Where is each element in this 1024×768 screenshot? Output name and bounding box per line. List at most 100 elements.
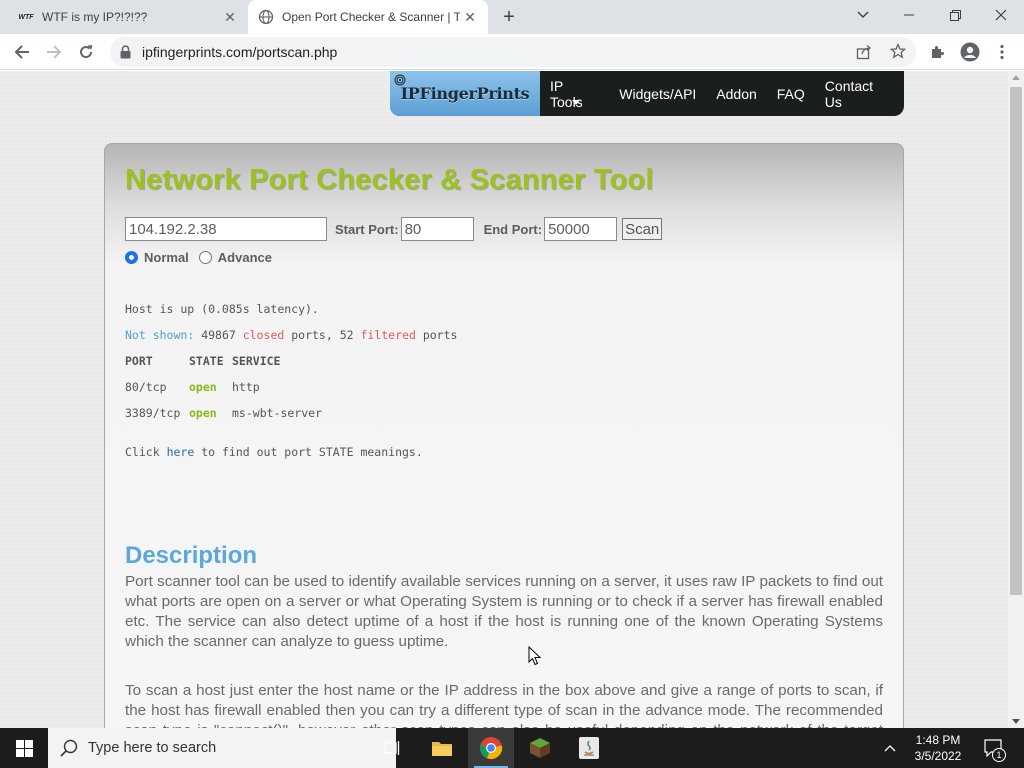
port-column-header: PORT (125, 354, 153, 368)
port-cell: 80/tcp (125, 380, 167, 394)
results-header: PORT STATE SERVICE (125, 354, 280, 368)
task-view-icon[interactable] (369, 728, 415, 768)
forward-arrow-icon[interactable] (40, 38, 68, 66)
description-paragraph-2: To scan a host just enter the host name … (125, 682, 883, 728)
browser-toolbar: ipfingerprints.com/portscan.php (0, 34, 1024, 70)
tab-port-checker[interactable]: Open Port Checker & Scanner | T ✕ (248, 0, 488, 34)
description-heading: Description (125, 542, 258, 569)
result-row: 3389/tcp open ms-wbt-server (125, 406, 322, 420)
start-port-input[interactable] (400, 217, 474, 241)
close-window-icon[interactable] (978, 0, 1024, 30)
state-cell: open (189, 406, 217, 420)
globe-favicon-icon (258, 9, 274, 25)
minecraft-icon[interactable] (517, 728, 563, 768)
service-cell: http (232, 380, 260, 394)
host-input[interactable] (125, 217, 327, 241)
ports-mid: ports, 52 (291, 328, 354, 342)
nav-contact-us[interactable]: Contact Us (815, 78, 904, 110)
end-port-input[interactable] (544, 217, 618, 241)
close-tab-icon[interactable]: ✕ (220, 7, 240, 27)
page-scrollbar[interactable] (1008, 71, 1024, 728)
favicon-text: WTF (18, 13, 34, 21)
scroll-up-arrow-icon[interactable] (1012, 75, 1020, 80)
url-text: ipfingerprints.com/portscan.php (142, 44, 338, 60)
nav-addon[interactable]: Addon (706, 86, 766, 102)
tab-title: WTF is my IP?!?!?? (42, 10, 148, 24)
site-logo[interactable]: IPFingerPrints (390, 71, 540, 116)
state-help-line: Click here to find out port STATE meanin… (125, 445, 423, 459)
normal-mode-label[interactable]: Normal (144, 250, 189, 265)
tab-wtf-is-my-ip[interactable]: WTF WTF is my IP?!?!?? ✕ (8, 0, 248, 34)
site-navigation: IPFingerPrints IP Tools Widgets/API Addo… (390, 71, 904, 116)
description-paragraph-1: Port scanner tool can be used to identif… (125, 573, 883, 650)
new-tab-plus-icon[interactable]: + (498, 6, 520, 28)
clock-date: 3/5/2022 (914, 749, 962, 763)
host-status-line: Host is up (0.085s latency). (125, 302, 319, 316)
not-shown-label: Not shown: (125, 328, 195, 342)
state-cell: open (189, 380, 217, 394)
advance-mode-radio[interactable] (198, 251, 212, 264)
dropdown-caret-icon (571, 99, 580, 105)
taskbar-search-box[interactable]: Type here to search (48, 728, 396, 768)
show-hidden-icons-chevron-icon[interactable] (884, 728, 896, 768)
search-placeholder: Type here to search (88, 740, 217, 756)
extensions-puzzle-icon[interactable] (924, 38, 952, 66)
notification-count-badge: 1 (992, 748, 1006, 762)
search-icon (60, 739, 78, 762)
service-column-header: SERVICE (232, 354, 281, 368)
back-arrow-icon[interactable] (8, 38, 36, 66)
lock-icon[interactable] (120, 45, 131, 64)
tab-search-chevron-icon[interactable] (840, 0, 886, 30)
service-cell: ms-wbt-server (232, 406, 323, 420)
filtered-word: filtered (360, 328, 416, 342)
profile-avatar-icon[interactable] (956, 38, 984, 66)
advance-mode-label[interactable]: Advance (218, 250, 272, 265)
nav-faq[interactable]: FAQ (767, 86, 815, 102)
end-port-label: End Port: (483, 221, 543, 237)
click-suffix: to find out port STATE meanings. (201, 445, 423, 459)
clock-time: 1:48 PM (915, 733, 961, 747)
share-icon[interactable] (856, 44, 872, 65)
java-icon[interactable] (566, 728, 612, 768)
taskbar-clock[interactable]: 1:48 PM 3/5/2022 (900, 732, 976, 764)
menu-kebab-icon[interactable] (988, 38, 1016, 66)
restore-icon[interactable] (932, 0, 978, 30)
result-row: 80/tcp open http (125, 380, 260, 394)
wtf-favicon-icon: WTF (18, 9, 34, 25)
nav-links: IP Tools Widgets/API Addon FAQ Contact U… (540, 71, 904, 116)
fingerprint-icon (394, 73, 406, 91)
closed-count: 49867 (201, 328, 236, 342)
nav-widgets-api[interactable]: Widgets/API (609, 86, 706, 102)
page-title: Network Port Checker & Scanner Tool (125, 164, 654, 196)
scan-form: Start Port: End Port: Scan (125, 217, 663, 241)
scrollbar-thumb[interactable] (1010, 87, 1022, 595)
click-prefix: Click (125, 445, 160, 459)
chrome-icon[interactable] (468, 728, 514, 768)
notifications-icon[interactable]: 1 (984, 728, 1006, 768)
reload-icon[interactable] (72, 38, 100, 66)
logo-text: IPFingerPrints (400, 84, 530, 103)
not-shown-line: Not shown: 49867 closed ports, 52 filter… (125, 328, 457, 342)
closed-word: closed (242, 328, 285, 342)
scroll-down-arrow-icon[interactable] (1012, 719, 1020, 724)
windows-start-icon[interactable] (0, 728, 48, 768)
bookmark-star-icon[interactable] (889, 42, 907, 64)
port-scanner-card: Network Port Checker & Scanner Tool Star… (104, 143, 904, 728)
state-meanings-link[interactable]: here (167, 445, 195, 459)
windows-taskbar: Type here to search 1:48 PM 3/5/2022 1 (0, 728, 1024, 768)
nav-label: IP Tools (550, 77, 583, 110)
nav-ip-tools[interactable]: IP Tools (540, 78, 609, 110)
scan-mode-options: Normal Advance (125, 250, 272, 265)
state-column-header: STATE (189, 354, 224, 368)
tab-title: Open Port Checker & Scanner | T (282, 10, 460, 24)
file-explorer-icon[interactable] (419, 728, 465, 768)
minimize-icon[interactable] (886, 0, 932, 30)
page-viewport: IPFingerPrints IP Tools Widgets/API Addo… (0, 71, 1008, 728)
normal-mode-radio[interactable] (125, 251, 138, 264)
browser-tab-bar: WTF WTF is my IP?!?!?? ✕ Open Port Check… (0, 0, 1024, 34)
port-cell: 3389/tcp (125, 406, 181, 420)
close-tab-icon[interactable]: ✕ (460, 7, 480, 27)
start-port-label: Start Port: (335, 221, 399, 237)
scan-button[interactable]: Scan (622, 218, 663, 240)
address-bar[interactable]: ipfingerprints.com/portscan.php (110, 37, 916, 67)
